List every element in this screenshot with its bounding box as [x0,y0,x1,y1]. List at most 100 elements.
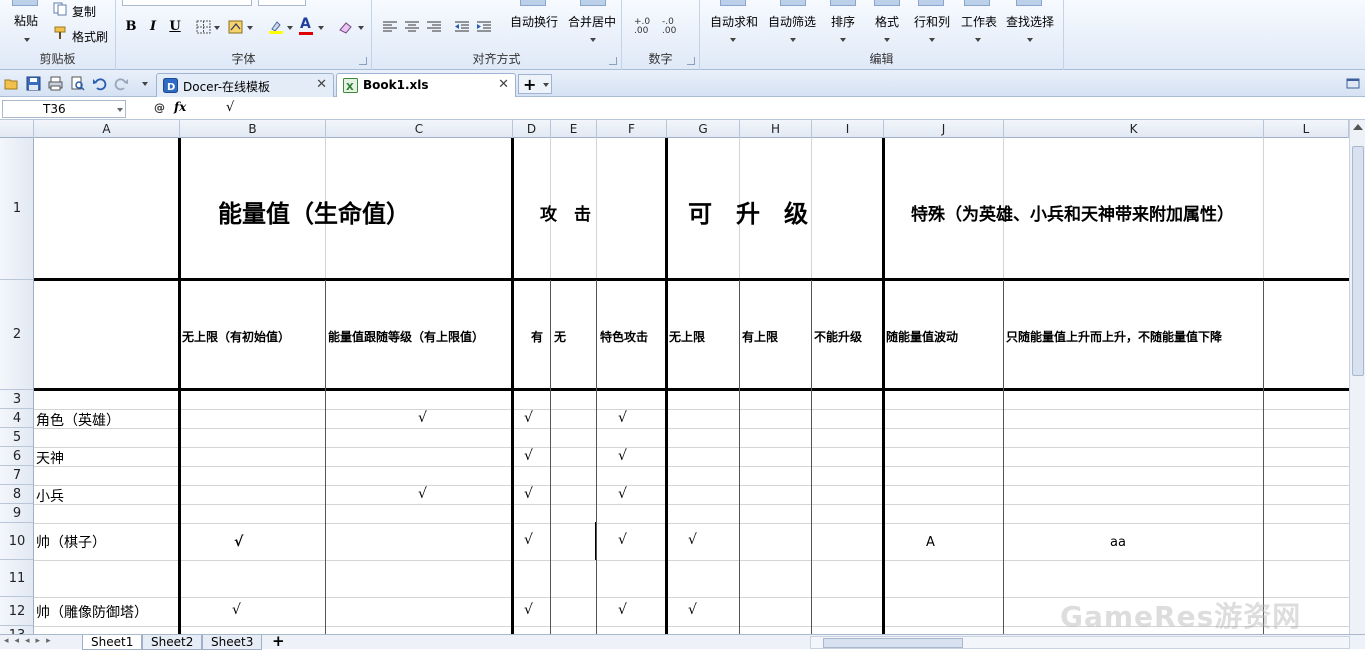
decrease-indent-icon[interactable] [454,20,470,34]
paste-button[interactable]: 粘贴 [14,12,38,29]
quick-access-dropdown-icon[interactable] [142,82,148,86]
row-col-dropdown-icon[interactable] [929,38,935,42]
row-header[interactable]: 6 [0,447,33,466]
name-box-dropdown-icon[interactable] [117,108,123,112]
increase-indent-icon[interactable] [476,20,492,34]
autofilter-button[interactable]: 自动筛选 [768,13,816,30]
row-header[interactable]: 10 [0,523,33,560]
add-sheet-icon[interactable]: + [272,632,285,650]
column-header[interactable]: D [513,120,551,138]
vertical-scrollbar[interactable] [1349,120,1365,634]
wrap-text-button[interactable]: 自动换行 [510,13,558,30]
horizontal-scrollbar[interactable] [810,636,1350,649]
cell-fill-dropdown-icon[interactable] [247,26,253,30]
font-color-dropdown-icon[interactable] [318,26,324,30]
increase-decimal-icon[interactable]: +.0.00 [634,18,650,36]
window-restore-icon[interactable] [1346,76,1361,91]
autosum-button[interactable]: 自动求和 [710,13,758,30]
align-right-icon[interactable] [426,20,442,34]
open-folder-icon[interactable] [4,76,19,91]
column-header[interactable]: H [740,120,812,138]
row-header[interactable]: 2 [0,280,33,390]
sort-dropdown-icon[interactable] [840,38,846,42]
row-header[interactable]: 4 [0,409,33,428]
sort-button[interactable]: 排序 [831,13,855,30]
sheet-tab-sheet1[interactable]: Sheet1 [82,635,143,650]
tab-docer[interactable]: D Docer-在线模板 ✕ [156,73,334,97]
underline-button[interactable]: U [166,18,184,36]
column-header[interactable]: E [551,120,597,138]
row-header[interactable]: 5 [0,428,33,447]
border-icon[interactable] [196,20,212,34]
format-dropdown-icon[interactable] [884,38,890,42]
column-header[interactable]: K [1004,120,1264,138]
align-left-icon[interactable] [382,20,398,34]
italic-button[interactable]: I [144,18,162,36]
paste-dropdown-icon[interactable] [24,38,30,42]
border-dropdown-icon[interactable] [214,26,220,30]
clear-format-dropdown-icon[interactable] [358,26,364,30]
font-size-select[interactable] [258,0,306,6]
row-header[interactable]: 7 [0,466,33,485]
row-header[interactable]: 12 [0,597,33,626]
scroll-up-icon[interactable] [1353,124,1363,130]
print-icon[interactable] [48,76,63,91]
print-preview-icon[interactable] [70,76,85,91]
font-launcher-icon[interactable] [359,57,367,65]
redo-icon[interactable] [114,76,129,91]
autosum-dropdown-icon[interactable] [730,38,736,42]
autofilter-dropdown-icon[interactable] [790,38,796,42]
sheet-nav-icon[interactable]: ◂◂◂▸▸ [4,636,57,646]
column-header[interactable]: L [1264,120,1349,138]
align-launcher-icon[interactable] [609,57,617,65]
column-header[interactable]: C [326,120,513,138]
worksheet-button[interactable]: 工作表 [961,13,997,30]
worksheet-dropdown-icon[interactable] [975,38,981,42]
find-select-button[interactable]: 查找选择 [1006,13,1054,30]
column-header[interactable]: I [812,120,884,138]
row-header[interactable]: 13 [0,626,33,635]
sheet-tab-sheet3[interactable]: Sheet3 [202,635,263,650]
function-icon[interactable]: fx [174,100,186,114]
align-center-icon[interactable] [404,20,420,34]
formula-input[interactable]: √ [226,100,234,115]
sheet-tab-sheet2[interactable]: Sheet2 [142,635,203,650]
format-painter-button[interactable]: 格式刷 [72,28,108,45]
column-header[interactable]: F [597,120,667,138]
name-box[interactable]: T36 [2,100,126,118]
row-col-button[interactable]: 行和列 [914,13,950,30]
horizontal-scroll-thumb[interactable] [823,638,963,648]
row-header[interactable]: 8 [0,485,33,504]
bold-button[interactable]: B [122,18,140,36]
row-header[interactable]: 1 [0,138,33,280]
undo-icon[interactable] [92,76,107,91]
row-header[interactable]: 11 [0,560,33,597]
close-icon[interactable]: ✕ [498,77,509,92]
vertical-scroll-thumb[interactable] [1352,146,1364,376]
font-name-select[interactable] [122,0,252,6]
merge-center-dropdown-icon[interactable] [590,38,596,42]
new-tab-button[interactable]: + [518,74,552,94]
decrease-decimal-icon[interactable]: -.0.00 [662,18,676,36]
copy-button[interactable]: 复制 [72,3,96,20]
highlight-icon[interactable] [268,20,284,34]
highlight-dropdown-icon[interactable] [287,26,293,30]
find-select-dropdown-icon[interactable] [1027,38,1033,42]
save-icon[interactable] [26,76,41,91]
clear-format-icon[interactable] [338,20,354,34]
column-header[interactable]: J [884,120,1004,138]
column-header[interactable]: B [180,120,326,138]
select-all-corner[interactable] [0,120,34,138]
cell-fill-icon[interactable] [228,20,244,34]
tab-book1[interactable]: X Book1.xls ✕ [336,73,516,97]
zoom-icon[interactable]: @ [154,101,165,114]
new-tab-dropdown-icon[interactable] [543,83,549,87]
close-icon[interactable]: ✕ [316,77,327,92]
number-launcher-icon[interactable] [687,57,695,65]
column-header[interactable]: G [667,120,740,138]
spreadsheet-grid[interactable]: 能量值（生命值） 攻 击 可 升 级 特殊（为英雄、小兵和天神带来附加属性） 无… [34,138,1349,634]
font-color-button[interactable]: A [300,16,311,32]
merge-center-button[interactable]: 合并居中 [568,13,616,30]
row-header[interactable]: 3 [0,390,33,409]
format-button[interactable]: 格式 [875,13,899,30]
